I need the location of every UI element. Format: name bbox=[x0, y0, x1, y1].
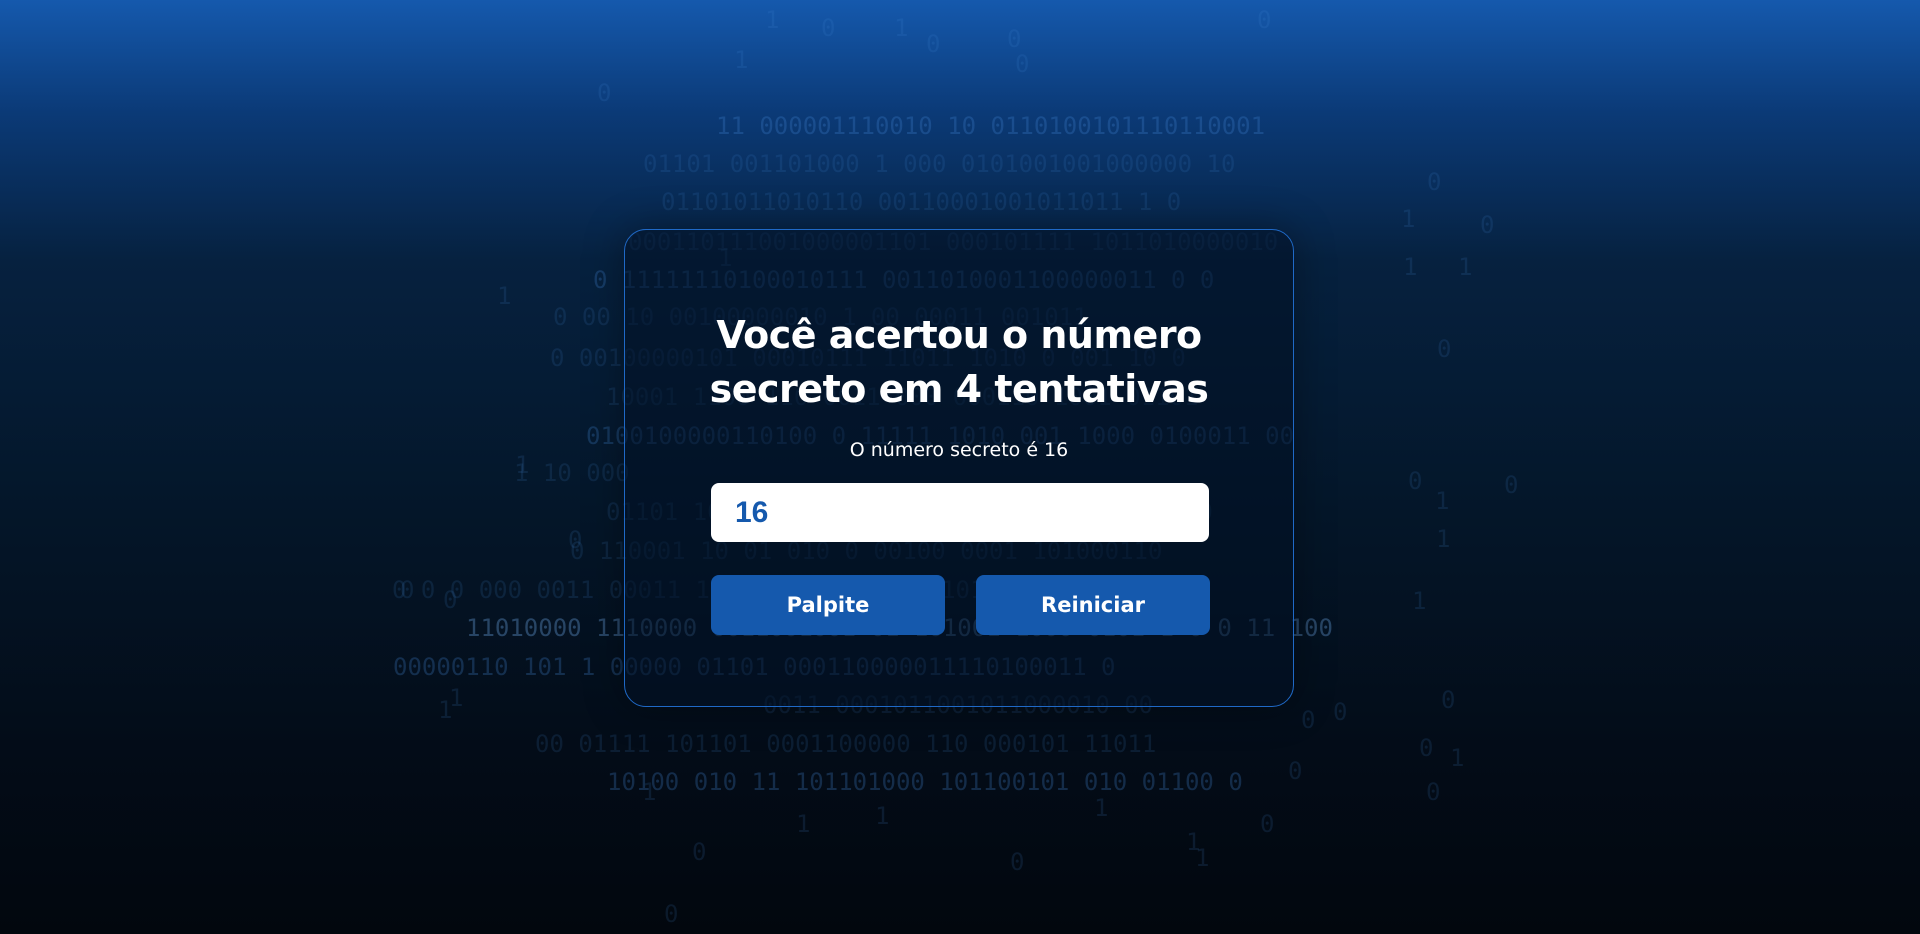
binary-row: 11 000001110010 10 0110100101110110001 bbox=[716, 112, 1266, 140]
binary-digit: 0 bbox=[1333, 698, 1348, 726]
binary-digit: 1 bbox=[1195, 844, 1210, 872]
binary-digit: 1 bbox=[515, 451, 530, 479]
binary-digit: 1 bbox=[1094, 794, 1109, 822]
binary-digit: 0 bbox=[1504, 471, 1519, 499]
binary-digit: 1 bbox=[1403, 253, 1418, 281]
binary-digit: 0 bbox=[1408, 467, 1423, 495]
binary-digit: 1 bbox=[894, 14, 909, 42]
binary-digit: 0 bbox=[597, 79, 612, 107]
result-title-line-1: Você acertou o número bbox=[716, 313, 1202, 357]
binary-digit: 1 bbox=[449, 684, 464, 712]
restart-button[interactable]: Reiniciar bbox=[976, 575, 1210, 635]
result-card: Você acertou o número secreto em 4 tenta… bbox=[624, 229, 1294, 707]
result-subtitle: O número secreto é 16 bbox=[849, 439, 1069, 461]
guess-input[interactable] bbox=[711, 483, 1209, 542]
binary-digit: 0 bbox=[443, 586, 458, 614]
binary-digit: 1 bbox=[734, 46, 749, 74]
binary-digit: 1 bbox=[1450, 744, 1465, 772]
binary-digit: 0 bbox=[1480, 211, 1495, 239]
binary-digit: 0 bbox=[821, 14, 836, 42]
binary-digit: 1 bbox=[1436, 525, 1451, 553]
binary-digit: 1 bbox=[1435, 487, 1450, 515]
binary-digit: 0 bbox=[1288, 757, 1303, 785]
binary-digit: 0 bbox=[400, 576, 415, 604]
binary-row: 10100 010 11 101101000 101100101 010 011… bbox=[607, 768, 1243, 796]
binary-digit: 0 bbox=[1419, 734, 1434, 762]
binary-digit: 1 bbox=[796, 810, 811, 838]
binary-row: 01101 001101000 1 000 0101001001000000 1… bbox=[643, 150, 1236, 178]
binary-digit: 0 bbox=[1301, 706, 1316, 734]
binary-digit: 1 bbox=[765, 6, 780, 34]
binary-digit: 0 bbox=[1010, 848, 1025, 876]
binary-row: 1 10 000 bbox=[514, 459, 630, 487]
binary-digit: 1 bbox=[1412, 587, 1427, 615]
binary-digit: 1 bbox=[875, 802, 890, 830]
binary-digit: 1 bbox=[1458, 253, 1473, 281]
binary-digit: 0 bbox=[1427, 168, 1442, 196]
binary-digit: 1 bbox=[642, 778, 657, 806]
binary-digit: 0 bbox=[1015, 50, 1030, 78]
binary-digit: 1 bbox=[1186, 828, 1201, 856]
binary-digit: 0 bbox=[1437, 335, 1452, 363]
binary-digit: 1 bbox=[438, 696, 453, 724]
binary-digit: 0 bbox=[568, 526, 583, 554]
guess-button[interactable]: Palpite bbox=[711, 575, 945, 635]
binary-digit: 1 bbox=[497, 282, 512, 310]
binary-digit: 0 bbox=[1260, 810, 1275, 838]
binary-digit: 0 bbox=[1441, 686, 1456, 714]
binary-digit: 0 bbox=[926, 30, 941, 58]
binary-digit: 1 bbox=[1401, 205, 1416, 233]
binary-digit: 0 bbox=[692, 838, 707, 866]
result-title-line-2: secreto em 4 tentativas bbox=[709, 367, 1209, 411]
result-title: Você acertou o número secreto em 4 tenta… bbox=[625, 308, 1293, 416]
binary-digit: 0 bbox=[1257, 6, 1272, 34]
binary-digit: 0 bbox=[1426, 778, 1441, 806]
binary-digit: 0 bbox=[1007, 25, 1022, 53]
binary-row: 01101011010110 00110001001011011 1 0 bbox=[661, 188, 1182, 216]
binary-digit: 0 bbox=[664, 900, 679, 928]
binary-row: 00 01111 101101 0001100000 110 000101 11… bbox=[535, 730, 1157, 758]
